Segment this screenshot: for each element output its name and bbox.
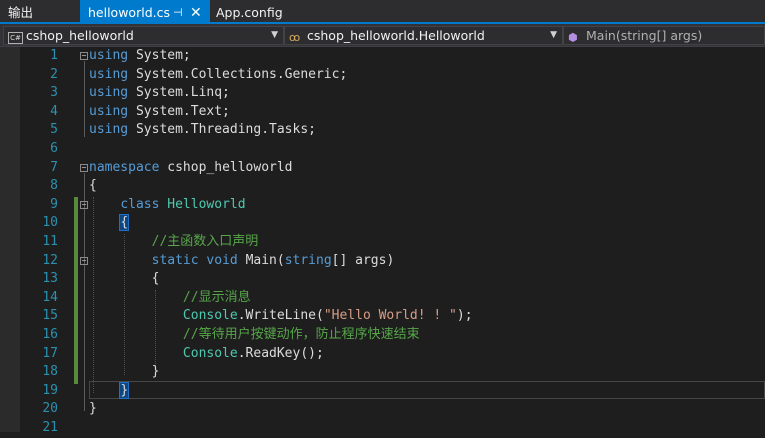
matched-brace: } <box>119 381 130 399</box>
code-line: 5 using System.Threading.Tasks; <box>0 121 765 140</box>
code-text: System.Threading.Tasks; <box>128 122 316 138</box>
code-line: 7 namespace cshop_helloworld <box>0 159 765 178</box>
tab-app-config-label: App.config <box>216 5 283 20</box>
code-line: 3 using System.Linq; <box>0 84 765 103</box>
code-text: { <box>89 178 97 194</box>
code-text: .WriteLine( <box>237 308 324 324</box>
line-number: 19 <box>42 382 58 398</box>
line-number: 15 <box>42 308 58 324</box>
code-text: System; <box>128 48 191 63</box>
line-number: 14 <box>42 289 58 305</box>
keyword: void <box>206 252 238 268</box>
code-line: 19 } <box>0 381 765 401</box>
code-line: 10 { <box>0 214 765 233</box>
text-caret <box>128 383 130 398</box>
code-line: 18 } <box>0 363 765 382</box>
code-line: 20} <box>0 400 765 419</box>
code-line: 21 <box>0 419 765 438</box>
project-dropdown[interactable]: C# cshop_helloworld ▼ <box>3 26 284 45</box>
class-dropdown[interactable]: ꝏ cshop_helloworld.Helloworld ▼ <box>284 26 563 45</box>
code-line: 1 using System; <box>0 47 765 66</box>
line-number: 2 <box>50 66 58 82</box>
class-dropdown-label: cshop_helloworld.Helloworld <box>307 28 485 43</box>
string-literal: "Hello World! ! " <box>323 308 457 324</box>
tab-output-label: 输出 <box>8 5 34 20</box>
line-number: 10 <box>42 215 58 231</box>
code-line: 12 static void Main(string[] args) <box>0 252 765 271</box>
line-number: 11 <box>42 234 58 249</box>
line-number: 1 <box>50 48 58 63</box>
code-text: [] args) <box>331 252 395 268</box>
code-text: } <box>151 364 160 380</box>
type-name: Helloworld <box>167 196 246 212</box>
code-line: 2 using System.Collections.Generic; <box>0 66 765 85</box>
chevron-down-icon: ▼ <box>550 30 557 40</box>
code-text: System.Linq; <box>128 85 230 101</box>
code-text: System.Collections.Generic; <box>128 66 348 82</box>
line-number: 3 <box>50 85 58 101</box>
line-number: 20 <box>42 401 58 417</box>
type-name: Console <box>182 308 238 324</box>
comment: //等待用户按键动作，防止程序快速结束 <box>182 327 420 342</box>
tab-helloworld-cs[interactable]: helloworld.cs ⊣ ✕ <box>80 0 210 22</box>
pin-icon[interactable]: ⊣ <box>173 0 183 26</box>
line-number: 17 <box>42 345 58 361</box>
comment: //主函数入口声明 <box>151 234 259 249</box>
code-text: .ReadKey(); <box>237 345 324 361</box>
line-number: 18 <box>42 364 58 380</box>
keyword: using <box>89 85 129 101</box>
method-icon: ⬢ <box>568 31 578 44</box>
chevron-down-icon: ▼ <box>271 30 278 40</box>
keyword: using <box>89 66 129 82</box>
tab-output[interactable]: 输出 <box>0 0 80 22</box>
code-line: 9 class Helloworld <box>0 196 765 215</box>
code-line: 17 Console.ReadKey(); <box>0 345 765 364</box>
code-line: 15 Console.WriteLine("Hello World! ! "); <box>0 307 765 326</box>
member-dropdown[interactable]: ⬢ Main(string[] args) <box>563 26 765 45</box>
code-text: System.Text; <box>128 103 230 119</box>
code-editor[interactable]: − − − − 1 using System; 2 using System.Col… <box>0 47 765 435</box>
line-number: 16 <box>42 327 58 342</box>
navigation-bar: C# cshop_helloworld ▼ ꝏ cshop_helloworld… <box>0 24 765 47</box>
line-number: 12 <box>42 252 58 268</box>
tab-app-config[interactable]: App.config <box>208 0 298 22</box>
line-number: 7 <box>50 159 58 175</box>
code-text: { <box>151 271 160 287</box>
line-number: 5 <box>50 122 58 138</box>
keyword: class <box>120 196 160 212</box>
csharp-project-icon: C# <box>8 29 23 44</box>
keyword: using <box>89 48 129 63</box>
type-name: Console <box>182 345 238 361</box>
class-icon: ꝏ <box>289 31 301 44</box>
keyword: namespace <box>89 159 160 175</box>
code-line: 6 <box>0 140 765 159</box>
line-number: 4 <box>50 103 58 119</box>
line-number: 9 <box>50 196 58 212</box>
keyword: string <box>284 252 332 268</box>
line-number: 6 <box>50 141 58 156</box>
member-dropdown-label: Main(string[] args) <box>586 28 703 43</box>
code-text: cshop_helloworld <box>159 159 293 175</box>
code-text: } <box>89 401 97 417</box>
code-line: 11 //主函数入口声明 <box>0 233 765 252</box>
comment: //显示消息 <box>182 289 251 305</box>
code-line: 8{ <box>0 177 765 196</box>
project-dropdown-label: cshop_helloworld <box>26 28 134 43</box>
code-line: 14 //显示消息 <box>0 289 765 308</box>
code-text: ); <box>456 308 473 324</box>
line-number: 8 <box>50 178 58 194</box>
keyword: using <box>89 103 129 119</box>
keyword: static <box>151 252 199 268</box>
code-line: 4 using System.Text; <box>0 103 765 122</box>
method-name: Main( <box>245 252 285 268</box>
line-number: 13 <box>42 271 58 287</box>
keyword: using <box>89 122 129 138</box>
line-number: 21 <box>42 420 58 435</box>
tab-bar: 输出 helloworld.cs ⊣ ✕ App.config <box>0 0 765 24</box>
matched-brace: { <box>119 214 130 232</box>
code-line: 16 //等待用户按键动作，防止程序快速结束 <box>0 326 765 345</box>
close-icon[interactable]: ✕ <box>190 0 202 26</box>
code-line: 13 { <box>0 270 765 289</box>
tab-helloworld-label: helloworld.cs <box>88 5 170 20</box>
